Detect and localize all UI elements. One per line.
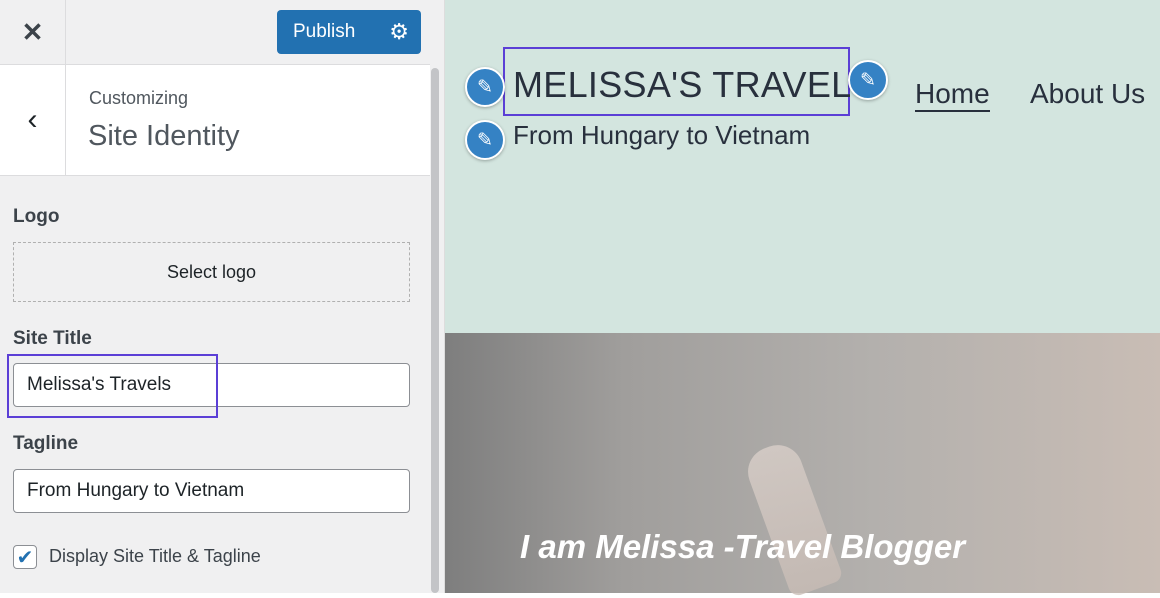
publish-label: Publish	[293, 21, 356, 42]
nav-about-us[interactable]: About Us	[1030, 78, 1145, 110]
publish-button[interactable]: Publish ⚙	[277, 10, 421, 54]
customizer-header: ✕ Publish ⚙	[0, 0, 430, 65]
close-icon[interactable]: ✕	[0, 0, 66, 65]
site-title-preview[interactable]: MELISSA'S TRAVELS	[513, 64, 876, 106]
pencil-icon[interactable]: ✎	[465, 67, 505, 107]
customizer-sidebar: ✕ Publish ⚙ ‹ Customizing Site Identity L…	[0, 0, 445, 593]
tagline-label: Tagline	[13, 433, 79, 454]
scrollbar[interactable]	[431, 68, 439, 593]
tagline-preview[interactable]: From Hungary to Vietnam	[513, 120, 810, 151]
pencil-icon[interactable]: ✎	[465, 120, 505, 160]
pencil-icon[interactable]: ✎	[848, 60, 888, 100]
chevron-left-icon[interactable]: ‹	[0, 65, 66, 175]
section-header: ‹ Customizing Site Identity	[0, 65, 430, 176]
gear-icon[interactable]: ⚙	[389, 19, 409, 45]
select-logo-button[interactable]: Select logo	[13, 242, 410, 302]
section-title: Site Identity	[88, 120, 240, 152]
display-title-checkbox[interactable]: ✔	[13, 545, 37, 569]
tagline-input[interactable]: From Hungary to Vietnam	[13, 469, 410, 513]
logo-label: Logo	[13, 206, 60, 227]
customizing-label: Customizing	[89, 88, 189, 108]
display-title-label: Display Site Title & Tagline	[49, 546, 261, 566]
nav-home[interactable]: Home	[915, 78, 990, 112]
site-title-label: Site Title	[13, 328, 92, 349]
site-title-highlight	[7, 354, 218, 418]
